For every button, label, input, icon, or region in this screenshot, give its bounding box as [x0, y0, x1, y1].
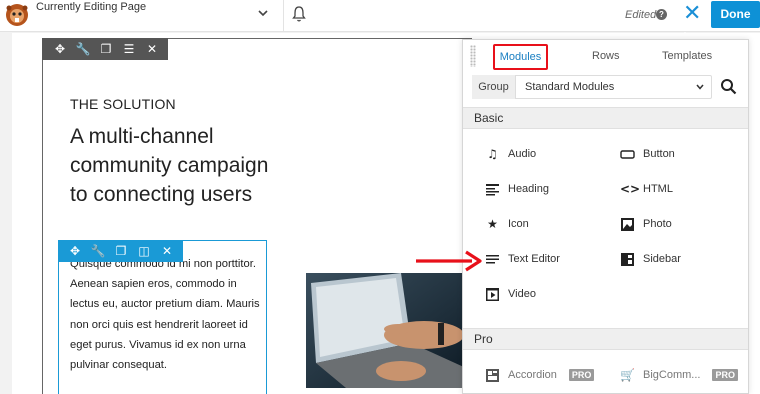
sidebar-icon [621, 252, 634, 266]
module-heading[interactable]: Heading [485, 180, 549, 198]
beaver-logo-icon[interactable] [4, 2, 30, 28]
columns-icon[interactable]: ◫ [136, 243, 152, 259]
text-editor-icon [486, 254, 499, 263]
module-video[interactable]: Video [485, 285, 536, 303]
close-icon[interactable]: ✕ [159, 243, 175, 259]
divider [283, 0, 284, 32]
wrench-icon[interactable]: 🔧 [90, 243, 106, 259]
duplicate-icon[interactable]: ❐ [113, 243, 129, 259]
pro-badge: PRO [568, 369, 595, 381]
close-icon[interactable]: ✕ [144, 41, 160, 57]
laptop-photo [306, 273, 466, 388]
module-sidebar[interactable]: Sidebar [620, 250, 681, 268]
done-button[interactable]: Done [711, 1, 760, 28]
module-photo[interactable]: Photo [620, 215, 672, 233]
panel-drag-handle[interactable] [470, 45, 476, 67]
module-toolbar: ✥ 🔧 ❐ ◫ ✕ [58, 240, 183, 262]
bell-icon[interactable] [291, 5, 307, 23]
pointer-arrow-annotation [416, 250, 482, 272]
module-label: Button [643, 148, 675, 160]
module-label: Video [508, 288, 536, 300]
module-label: Icon [508, 218, 529, 230]
chevron-down-icon[interactable] [695, 82, 705, 92]
group-label: Group [472, 75, 516, 99]
star-icon: ★ [487, 216, 498, 231]
module-audio[interactable]: ♫ Audio [485, 145, 536, 163]
row-toolbar: ✥ 🔧 ❐ ☰ ✕ [42, 38, 168, 60]
section-basic-header[interactable]: Basic [463, 107, 748, 129]
module-label: Photo [643, 218, 672, 230]
video-icon [486, 287, 499, 301]
tab-rows[interactable]: Rows [592, 50, 620, 62]
duplicate-icon[interactable]: ❐ [98, 41, 114, 57]
button-icon [620, 149, 635, 159]
module-label: Heading [508, 183, 549, 195]
tab-templates[interactable]: Templates [662, 50, 712, 62]
chevron-down-icon[interactable] [257, 7, 269, 19]
page-title[interactable]: Currently Editing Page [36, 1, 146, 13]
module-label: BigComm... [643, 369, 701, 381]
body-text[interactable]: Quisque commodo id mi non porttitor. Aen… [70, 254, 262, 375]
move-icon[interactable]: ✥ [67, 243, 83, 259]
code-icon: <> [620, 181, 641, 196]
move-icon[interactable]: ✥ [52, 41, 68, 57]
headline: A multi-channel community campaign to co… [70, 125, 269, 206]
wrench-icon[interactable]: 🔧 [75, 41, 91, 57]
accordion-icon [486, 368, 499, 382]
search-icon[interactable] [720, 78, 737, 95]
music-note-icon: ♫ [487, 146, 498, 161]
module-label: Audio [508, 148, 537, 160]
pro-badge: PRO [712, 369, 738, 381]
module-label: Accordion [508, 369, 557, 381]
module-label: HTML [643, 183, 673, 195]
tab-modules[interactable]: Modules [493, 44, 548, 70]
module-label: Text Editor [508, 253, 560, 265]
section-pro-header[interactable]: Pro [463, 328, 748, 350]
edited-status: Edited [625, 9, 657, 21]
module-button[interactable]: Button [620, 145, 675, 163]
module-accordion[interactable]: Accordion PRO [485, 366, 595, 384]
section-eyebrow: THE SOLUTION [70, 96, 176, 112]
module-bigcommerce[interactable]: 🛒 BigComm... PRO [620, 366, 738, 384]
photo-icon [621, 217, 634, 231]
module-html[interactable]: <> HTML [620, 180, 673, 198]
top-bar: Currently Editing Page Edited ? ✕ Done [0, 0, 760, 32]
heading-icon [486, 183, 499, 195]
module-icon[interactable]: ★ Icon [485, 215, 529, 233]
close-panel-icon[interactable]: ✕ [683, 3, 703, 25]
group-select-value[interactable]: Standard Modules [525, 81, 614, 93]
help-icon[interactable]: ? [656, 9, 667, 20]
cart-icon: 🛒 [620, 367, 635, 382]
menu-icon[interactable]: ☰ [121, 41, 137, 57]
module-text-editor[interactable]: Text Editor [485, 250, 560, 268]
module-label: Sidebar [643, 253, 681, 265]
